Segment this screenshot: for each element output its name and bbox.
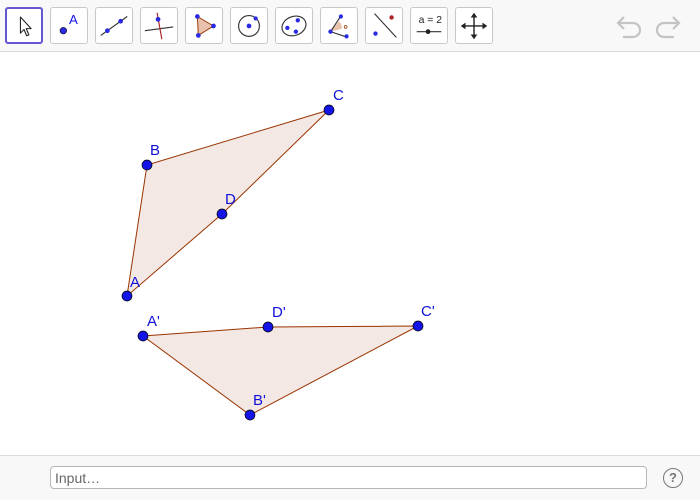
move-tool-button[interactable] xyxy=(5,7,43,44)
point-a[interactable] xyxy=(121,290,133,302)
graphics-view[interactable]: A B C D A' B' C' D' xyxy=(0,53,700,455)
point-b[interactable] xyxy=(141,159,153,171)
polygon-icon xyxy=(195,14,216,38)
polygon-tool-button[interactable] xyxy=(185,7,223,44)
slider-tool-button[interactable]: a = 2 xyxy=(410,7,448,44)
move-view-icon xyxy=(460,12,488,40)
perpendicular-line-tool-button[interactable] xyxy=(140,7,178,44)
point-b-prime[interactable] xyxy=(244,409,256,421)
point-c-prime[interactable] xyxy=(412,320,424,332)
reflect-tool-button[interactable] xyxy=(365,7,403,44)
circle-tool-button[interactable] xyxy=(230,7,268,44)
point-a-prime[interactable] xyxy=(137,330,149,342)
angle-icon xyxy=(328,14,349,39)
undo-icon xyxy=(616,16,642,39)
label-c-prime[interactable]: C' xyxy=(421,303,435,320)
conic-tool-button[interactable] xyxy=(275,7,313,44)
label-d-prime[interactable]: D' xyxy=(272,304,286,321)
redo-button[interactable] xyxy=(651,12,683,40)
input-bar: ? xyxy=(0,455,700,500)
undo-button[interactable] xyxy=(614,12,646,40)
move-arrow-icon xyxy=(19,16,32,37)
point-c[interactable] xyxy=(323,104,335,116)
point-icon: A xyxy=(59,12,78,35)
label-b[interactable]: B xyxy=(150,142,160,159)
conic-icon xyxy=(281,15,307,37)
help-button[interactable]: ? xyxy=(663,468,683,488)
input-field[interactable] xyxy=(50,466,647,489)
label-a[interactable]: A xyxy=(130,274,140,291)
label-c[interactable]: C xyxy=(333,87,344,104)
angle-tool-button[interactable] xyxy=(320,7,358,44)
slider-tool-label: a = 2 xyxy=(419,15,443,26)
point-d-prime[interactable] xyxy=(262,321,274,333)
perpendicular-line-icon xyxy=(144,12,174,40)
graphics-canvas[interactable]: A B C D A' B' C' D' xyxy=(0,53,700,455)
redo-icon xyxy=(655,16,681,39)
point-d[interactable] xyxy=(216,208,228,220)
point-tool-button[interactable]: A xyxy=(50,7,88,44)
line-tool-button[interactable] xyxy=(95,7,133,44)
label-d[interactable]: D xyxy=(225,191,236,208)
label-a-prime[interactable]: A' xyxy=(147,313,160,330)
toolbar: A a = 2 xyxy=(0,0,700,52)
reflect-icon xyxy=(373,13,397,38)
slider-icon: a = 2 xyxy=(416,15,443,35)
move-view-tool-button[interactable] xyxy=(455,7,493,44)
line-icon xyxy=(100,16,128,36)
circle-center-icon xyxy=(238,15,260,37)
point-tool-label: A xyxy=(69,12,78,27)
polygon-a1b1c1d1[interactable] xyxy=(141,325,419,416)
label-b-prime[interactable]: B' xyxy=(253,392,266,409)
